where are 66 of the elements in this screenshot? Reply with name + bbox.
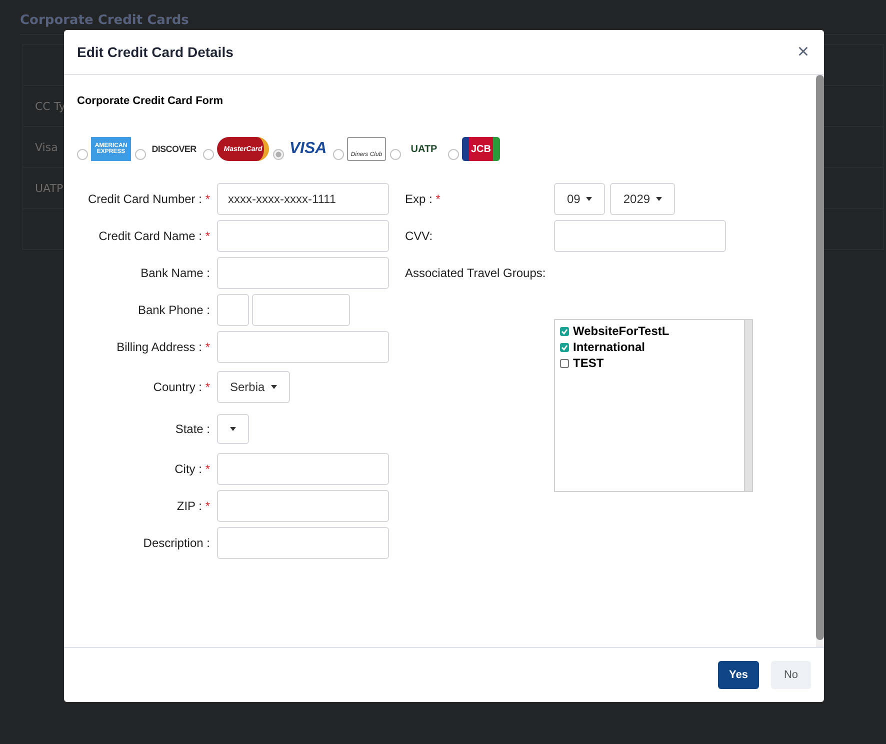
yes-button[interactable]: Yes (718, 661, 759, 689)
checkbox[interactable] (560, 342, 569, 352)
text-field[interactable] (217, 527, 389, 559)
travel-group-option[interactable]: WebsiteForTestL (560, 324, 739, 338)
card-radio[interactable] (203, 149, 214, 160)
field-label: Associated Travel Groups: (405, 266, 546, 280)
discover-logo: DISCOVER (150, 143, 198, 156)
uatp-logo: UATP (410, 142, 438, 156)
text-field[interactable] (217, 490, 389, 522)
text-field[interactable] (217, 453, 389, 485)
field-label: Country : (153, 380, 202, 394)
card-radio[interactable] (390, 149, 401, 160)
text-field[interactable] (217, 257, 389, 289)
no-button[interactable]: No (771, 661, 811, 689)
table-cell: Visa (35, 140, 58, 154)
travel-group-option[interactable]: International (560, 340, 739, 354)
required-mark: * (436, 192, 440, 206)
field-label: Credit Card Number : (88, 192, 202, 206)
scrollbar[interactable] (744, 320, 752, 491)
field-label: ZIP : (176, 499, 202, 513)
card-radio[interactable] (333, 149, 344, 160)
caret-icon (656, 197, 662, 201)
field-label: CVV: (405, 229, 434, 243)
field-label: City : (174, 462, 202, 476)
cvv-field[interactable] (554, 220, 726, 252)
travel-group-option[interactable]: TEST (560, 356, 739, 370)
field-label: Exp : (405, 192, 432, 206)
checkbox[interactable] (560, 326, 569, 336)
dropdown[interactable]: Serbia (217, 370, 290, 402)
card-radio[interactable] (273, 149, 284, 160)
field-label: Billing Address : (116, 340, 202, 354)
field-label: Description : (143, 536, 210, 550)
card-radio[interactable] (448, 149, 459, 160)
text-field[interactable]: xxxx-xxxx-xxxx-1111 (217, 183, 389, 215)
close-button[interactable]: × (795, 42, 811, 62)
required-mark: * (205, 499, 210, 513)
text-field[interactable] (217, 331, 389, 363)
dropdown[interactable] (217, 414, 249, 444)
scrollbar-thumb[interactable] (816, 75, 824, 640)
field-label: State : (175, 422, 210, 436)
visa-logo: VISA (288, 139, 328, 159)
card-radio[interactable] (77, 149, 88, 160)
required-mark: * (205, 462, 210, 476)
page-title: Corporate Credit Cards (20, 13, 189, 28)
required-mark: * (205, 192, 210, 206)
jcb-logo: JCB (462, 137, 500, 161)
caret-icon (586, 197, 592, 201)
required-mark: * (205, 380, 210, 394)
month-dropdown[interactable]: 09 (554, 183, 606, 215)
field-label: Bank Phone : (138, 303, 210, 317)
year-dropdown[interactable]: 2029 (610, 183, 676, 215)
form-title: Corporate Credit Card Form (77, 95, 224, 107)
required-mark: * (205, 340, 210, 354)
caret-icon (270, 384, 277, 388)
text-field[interactable] (217, 220, 389, 252)
checkbox[interactable] (560, 358, 569, 368)
table-cell: CC Ty (35, 100, 66, 112)
caret-icon (230, 427, 236, 431)
table-cell: UATP (35, 182, 64, 194)
phone-code-field[interactable] (217, 294, 249, 326)
field-label: Credit Card Name : (98, 229, 202, 243)
dialog-title: Edit Credit Card Details (77, 44, 234, 60)
phone-number-field[interactable] (252, 294, 350, 326)
field-label: Bank Name : (140, 266, 210, 280)
required-mark: * (205, 229, 210, 243)
card-radio[interactable] (135, 149, 146, 160)
